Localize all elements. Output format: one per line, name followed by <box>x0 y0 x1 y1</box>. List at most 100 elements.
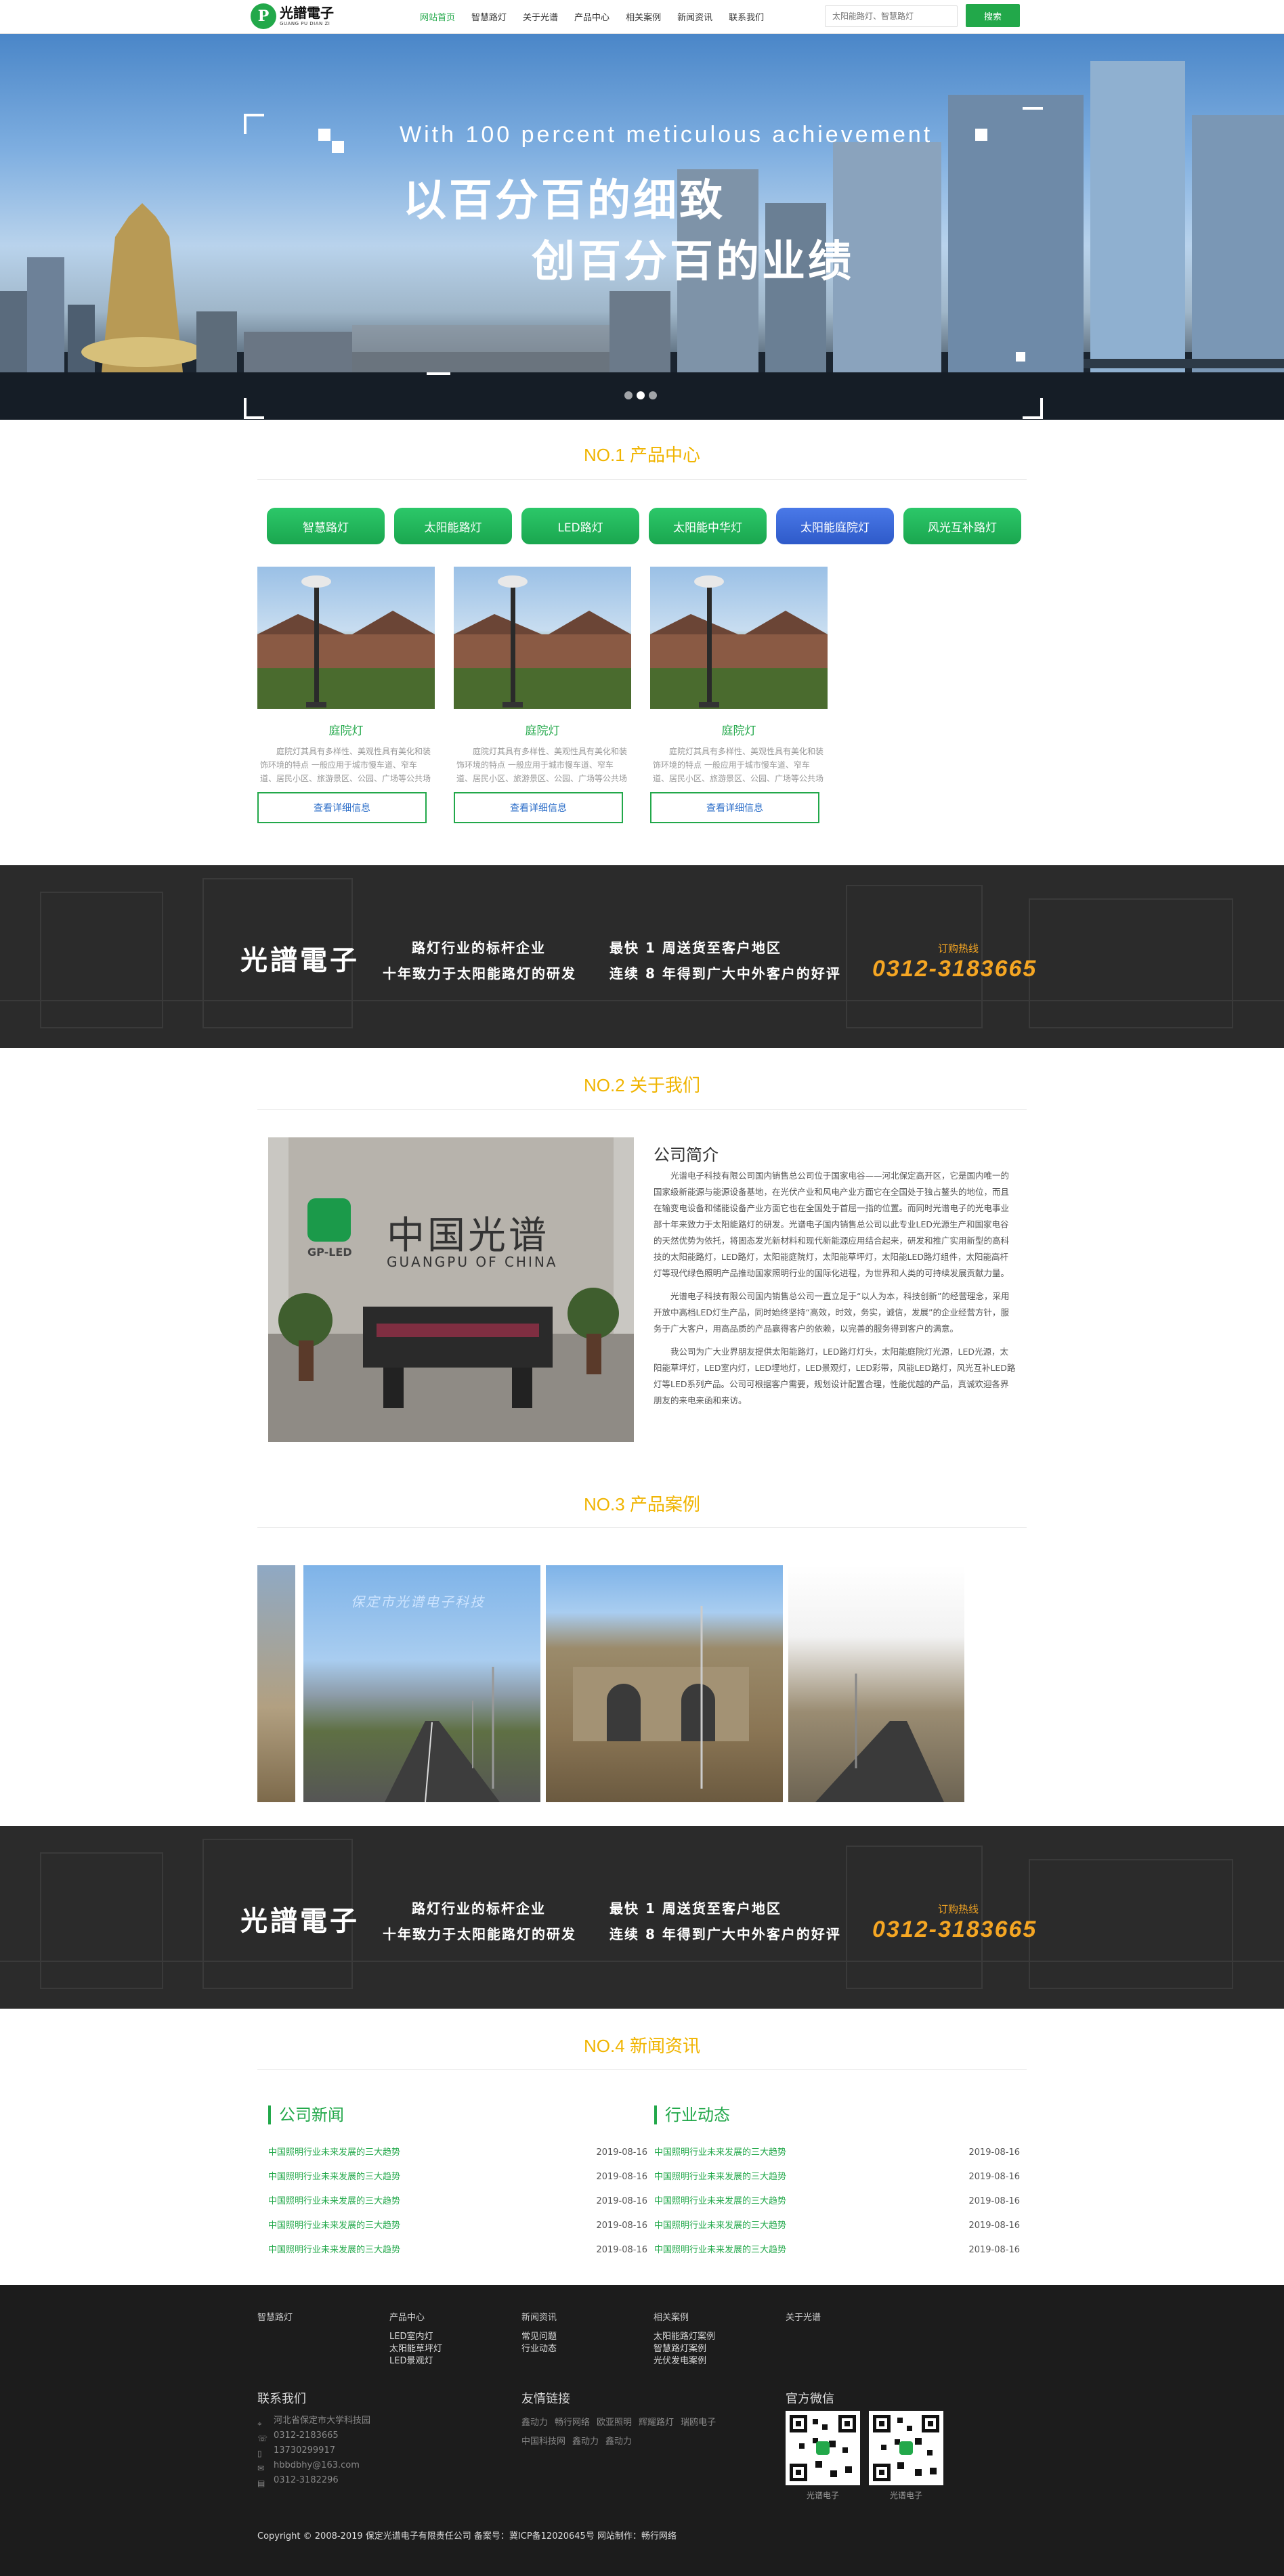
site-footer: 智慧路灯 产品中心 LED室内灯 太阳能草坪灯 LED景观灯 新闻资讯 常见问题… <box>0 2285 1284 2576</box>
band-slogan-4: 连续 8 年得到广大中外客户的好评 <box>609 965 841 982</box>
tab-solar-streetlight[interactable]: 太阳能路灯 <box>394 508 512 544</box>
hotline-phone: 0312-3183665 <box>872 1917 1037 1942</box>
garden-lamp-image[interactable] <box>650 567 828 709</box>
friend-link[interactable]: 畅行网络 <box>555 2418 590 2428</box>
profile-paragraph: 光谱电子科技有限公司国内销售总公司一直立足于“以人为本，科技创新”的经营理念，采… <box>654 1291 1010 1334</box>
qr-caption: 光谱电子 <box>806 2491 839 2500</box>
case-image[interactable] <box>788 1565 964 1802</box>
case-image[interactable] <box>546 1565 783 1802</box>
footer-link[interactable]: 常见问题 <box>521 2331 557 2343</box>
product-description: 庭院灯其具有多样性、美观性具有美化和装饰环境的特点 一般应用于城市慢车道、窄车道… <box>456 747 628 783</box>
fax-icon: ▤ <box>257 2479 265 2488</box>
nav-home[interactable]: 网站首页 <box>420 10 455 23</box>
nav-about[interactable]: 关于光谱 <box>523 10 558 23</box>
nav-contact[interactable]: 联系我们 <box>729 10 764 23</box>
view-details-button[interactable]: 查看详细信息 <box>257 792 427 823</box>
footer-link[interactable]: LED室内灯 <box>389 2331 442 2343</box>
carousel-dot[interactable] <box>649 391 657 399</box>
tab-solar-garden-lamp[interactable]: 太阳能庭院灯 <box>776 508 894 544</box>
logo-icon: P <box>251 3 276 29</box>
contact-phone: 0312-2183665 <box>274 2430 339 2441</box>
tab-led-streetlight[interactable]: LED路灯 <box>521 508 639 544</box>
nav-products[interactable]: 产品中心 <box>574 10 609 23</box>
logo-pinyin: GUANG PU DIAN ZI <box>280 21 330 26</box>
friend-link[interactable]: 中国科技网 <box>521 2437 565 2447</box>
promo-band: 光譜電子 路灯行业的标杆企业 十年致力于太阳能路灯的研发 最快 1 周送货至客户… <box>0 865 1284 1048</box>
company-profile-heading: 公司简介 <box>654 1145 719 1164</box>
view-details-button[interactable]: 查看详细信息 <box>650 792 819 823</box>
news-item[interactable]: 中国照明行业未来发展的三大趋势 2019-08-16 <box>654 2238 1020 2263</box>
footer-link[interactable]: 智慧路灯案例 <box>654 2343 715 2355</box>
case-image[interactable] <box>257 1565 295 1802</box>
product-card: 庭院灯 庭院灯其具有多样性、美观性具有美化和装饰环境的特点 一般应用于城市慢车道… <box>257 567 435 823</box>
news-item[interactable]: 中国照明行业未来发展的三大趋势 2019-08-16 <box>654 2141 1020 2165</box>
nav-news[interactable]: 新闻资讯 <box>677 10 712 23</box>
banner-english-slogan: With 100 percent meticulous achievement <box>400 122 933 148</box>
garden-lamp-image[interactable] <box>257 567 435 709</box>
company-news-heading[interactable]: 公司新闻 <box>268 2105 647 2124</box>
industry-news-heading[interactable]: 行业动态 <box>654 2105 1020 2124</box>
carousel-dots <box>624 391 661 399</box>
view-details-button[interactable]: 查看详细信息 <box>454 792 623 823</box>
about-section-title: NO.2 关于我们 <box>584 1075 700 1095</box>
friend-links: 鑫动力 畅行网络 欧亚照明 辉耀路灯 瑞鸥电子 中国科技网 鑫动力 鑫动力 <box>521 2414 738 2451</box>
garden-lamp-image[interactable] <box>454 567 631 709</box>
friend-links-heading: 友情链接 <box>521 2392 570 2406</box>
footer-link[interactable]: 行业动态 <box>521 2343 557 2355</box>
contact-email[interactable]: hbbdbhy@163.com <box>274 2458 360 2473</box>
carousel-dot[interactable] <box>624 391 633 399</box>
promo-band: 光譜電子 路灯行业的标杆企业 十年致力于太阳能路灯的研发 最快 1 周送货至客户… <box>0 1826 1284 2009</box>
friend-link[interactable]: 鑫动力 <box>572 2437 599 2447</box>
location-icon: ⌖ <box>257 2419 262 2428</box>
nav-smart-streetlight[interactable]: 智慧路灯 <box>471 10 507 23</box>
wall-logo-text: GP-LED <box>307 1246 352 1259</box>
news-item[interactable]: 中国照明行业未来发展的三大趋势 2019-08-16 <box>268 2238 647 2263</box>
footer-nav-heading[interactable]: 关于光谱 <box>786 2312 821 2324</box>
news-item[interactable]: 中国照明行业未来发展的三大趋势 2019-08-16 <box>268 2165 647 2189</box>
footer-link[interactable]: 光伏发电案例 <box>654 2355 715 2367</box>
profile-paragraph: 我公司为广大业界朋友提供太阳能路灯，LED路灯灯头，太阳能庭院灯光源，LED光源… <box>654 1347 1016 1405</box>
wall-sign-en: GUANGPU OF CHINA <box>387 1254 558 1270</box>
carousel-dot-active[interactable] <box>637 391 645 399</box>
band-slogan-2: 十年致力于太阳能路灯的研发 <box>383 965 576 982</box>
search-button[interactable]: 搜索 <box>966 4 1020 27</box>
footer-nav-heading[interactable]: 智慧路灯 <box>257 2312 293 2324</box>
logo-name: 光譜電子 <box>280 5 334 21</box>
case-carousel: 保定市光谱电子科技 <box>257 1565 1027 1802</box>
tab-solar-chinese-lamp[interactable]: 太阳能中华灯 <box>649 508 767 544</box>
site-logo[interactable]: P 光譜電子 GUANG PU DIAN ZI <box>251 2 339 30</box>
case-image[interactable]: 保定市光谱电子科技 <box>303 1565 540 1802</box>
wechat-qr-code <box>869 2411 943 2485</box>
footer-link[interactable]: 太阳能路灯案例 <box>654 2331 715 2343</box>
footer-nav-heading[interactable]: 相关案例 <box>654 2312 715 2324</box>
news-item[interactable]: 中国照明行业未来发展的三大趋势 2019-08-16 <box>268 2141 647 2165</box>
news-item[interactable]: 中国照明行业未来发展的三大趋势 2019-08-16 <box>268 2189 647 2214</box>
footer-nav-heading[interactable]: 产品中心 <box>389 2312 442 2324</box>
hotline-label: 订购热线 <box>938 942 979 955</box>
news-item[interactable]: 中国照明行业未来发展的三大趋势 2019-08-16 <box>654 2214 1020 2238</box>
tab-smart-streetlight[interactable]: 智慧路灯 <box>267 508 385 544</box>
phone-icon: ☏ <box>257 2434 268 2443</box>
footer-link[interactable]: LED景观灯 <box>389 2355 442 2367</box>
friend-link[interactable]: 鑫动力 <box>521 2418 548 2428</box>
nav-cases[interactable]: 相关案例 <box>626 10 661 23</box>
contact-mobile: 13730299917 <box>274 2445 335 2455</box>
case-watermark: 保定市光谱电子科技 <box>351 1594 485 1610</box>
friend-link[interactable]: 鑫动力 <box>605 2437 632 2447</box>
email-icon: ✉ <box>257 2464 265 2473</box>
friend-link[interactable]: 辉耀路灯 <box>639 2418 674 2428</box>
friend-link[interactable]: 瑞鸥电子 <box>681 2418 716 2428</box>
band-slogan-3: 最快 1 周送货至客户地区 <box>609 940 782 956</box>
search-input[interactable] <box>825 5 958 27</box>
hotline-phone: 0312-3183665 <box>872 956 1037 982</box>
copyright: Copyright © 2008-2019 保定光谱电子有限责任公司 备案号：冀… <box>257 2531 677 2541</box>
news-item[interactable]: 中国照明行业未来发展的三大趋势 2019-08-16 <box>654 2165 1020 2189</box>
friend-link[interactable]: 欧亚照明 <box>597 2418 632 2428</box>
news-item[interactable]: 中国照明行业未来发展的三大趋势 2019-08-16 <box>268 2214 647 2238</box>
tab-wind-solar-lamp[interactable]: 风光互补路灯 <box>903 508 1021 544</box>
industry-news: 行业动态 中国照明行业未来发展的三大趋势 2019-08-16 中国照明行业未来发… <box>654 2105 1020 2263</box>
product-category-tabs: 智慧路灯 太阳能路灯 LED路灯 太阳能中华灯 太阳能庭院灯 风光互补路灯 <box>267 508 1031 544</box>
footer-link[interactable]: 太阳能草坪灯 <box>389 2343 442 2355</box>
news-item[interactable]: 中国照明行业未来发展的三大趋势 2019-08-16 <box>654 2189 1020 2214</box>
footer-nav-heading[interactable]: 新闻资讯 <box>521 2312 557 2324</box>
